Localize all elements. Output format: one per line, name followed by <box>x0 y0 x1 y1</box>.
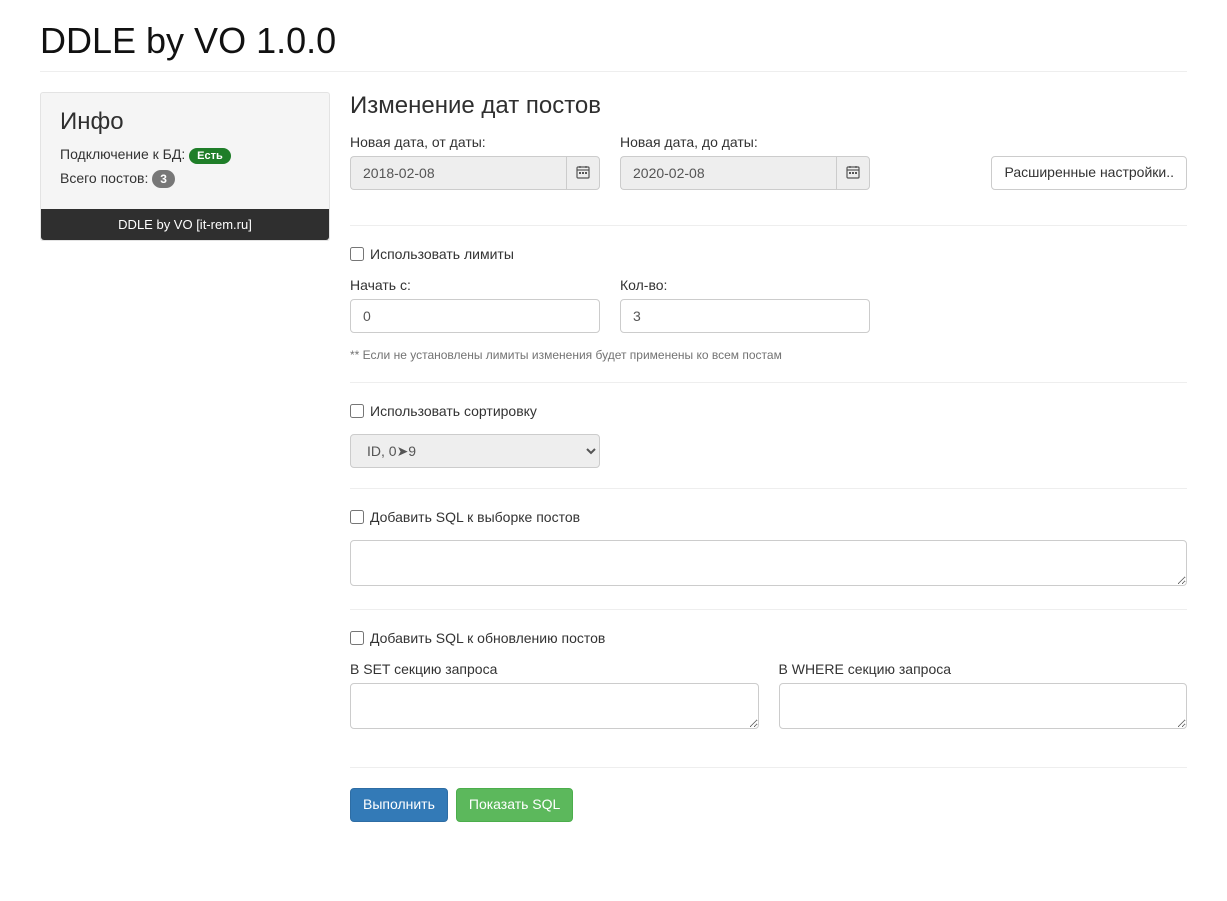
divider <box>350 767 1187 768</box>
use-sort-label: Использовать сортировку <box>370 403 537 419</box>
count-input[interactable] <box>620 299 870 333</box>
sql-set-textarea[interactable] <box>350 683 759 729</box>
sidebar: Инфо Подключение к БД: Есть Всего постов… <box>40 92 330 822</box>
page-title: DDLE by VO 1.0.0 <box>40 20 1187 72</box>
date-from-label: Новая дата, от даты: <box>350 134 600 150</box>
add-sql-select-label: Добавить SQL к выборке постов <box>370 509 580 525</box>
db-status-badge: Есть <box>189 148 231 164</box>
show-sql-button[interactable]: Показать SQL <box>456 788 573 822</box>
start-from-label: Начать с: <box>350 277 600 293</box>
start-from-input[interactable] <box>350 299 600 333</box>
posts-count-row: Всего постов: 3 <box>60 170 310 188</box>
divider <box>350 225 1187 226</box>
posts-count-badge: 3 <box>152 170 175 188</box>
db-connection-label: Подключение к БД: <box>60 146 185 162</box>
divider <box>350 609 1187 610</box>
use-limits-label: Использовать лимиты <box>370 246 514 262</box>
posts-count-label: Всего постов: <box>60 170 148 186</box>
calendar-icon <box>846 165 860 182</box>
execute-button[interactable]: Выполнить <box>350 788 448 822</box>
sort-select[interactable]: ID, 0➤9 <box>350 434 600 468</box>
sidebar-footer: DDLE by VO [it-rem.ru] <box>41 209 329 240</box>
use-limits-checkbox[interactable] <box>350 247 364 261</box>
date-from-input[interactable] <box>350 156 566 190</box>
limits-help-text: ** Если не установлены лимиты изменения … <box>350 348 1187 362</box>
main-content: Изменение дат постов Новая дата, от даты… <box>350 92 1187 822</box>
sql-select-textarea[interactable] <box>350 540 1187 586</box>
divider <box>350 488 1187 489</box>
date-to-label: Новая дата, до даты: <box>620 134 870 150</box>
add-sql-update-label: Добавить SQL к обновлению постов <box>370 630 605 646</box>
add-sql-select-checkbox[interactable] <box>350 510 364 524</box>
count-label: Кол-во: <box>620 277 870 293</box>
divider <box>350 382 1187 383</box>
advanced-settings-button[interactable]: Расширенные настройки.. <box>991 156 1187 190</box>
main-title: Изменение дат постов <box>350 92 1187 120</box>
date-to-picker-button[interactable] <box>836 156 870 190</box>
date-from-picker-button[interactable] <box>566 156 600 190</box>
use-sort-checkbox[interactable] <box>350 404 364 418</box>
calendar-icon <box>576 165 590 182</box>
db-connection-row: Подключение к БД: Есть <box>60 146 310 164</box>
info-heading: Инфо <box>60 108 310 136</box>
add-sql-update-checkbox[interactable] <box>350 631 364 645</box>
sql-set-label: В SET секцию запроса <box>350 661 759 677</box>
sql-where-label: В WHERE секцию запроса <box>779 661 1188 677</box>
date-to-input[interactable] <box>620 156 836 190</box>
sql-where-textarea[interactable] <box>779 683 1188 729</box>
